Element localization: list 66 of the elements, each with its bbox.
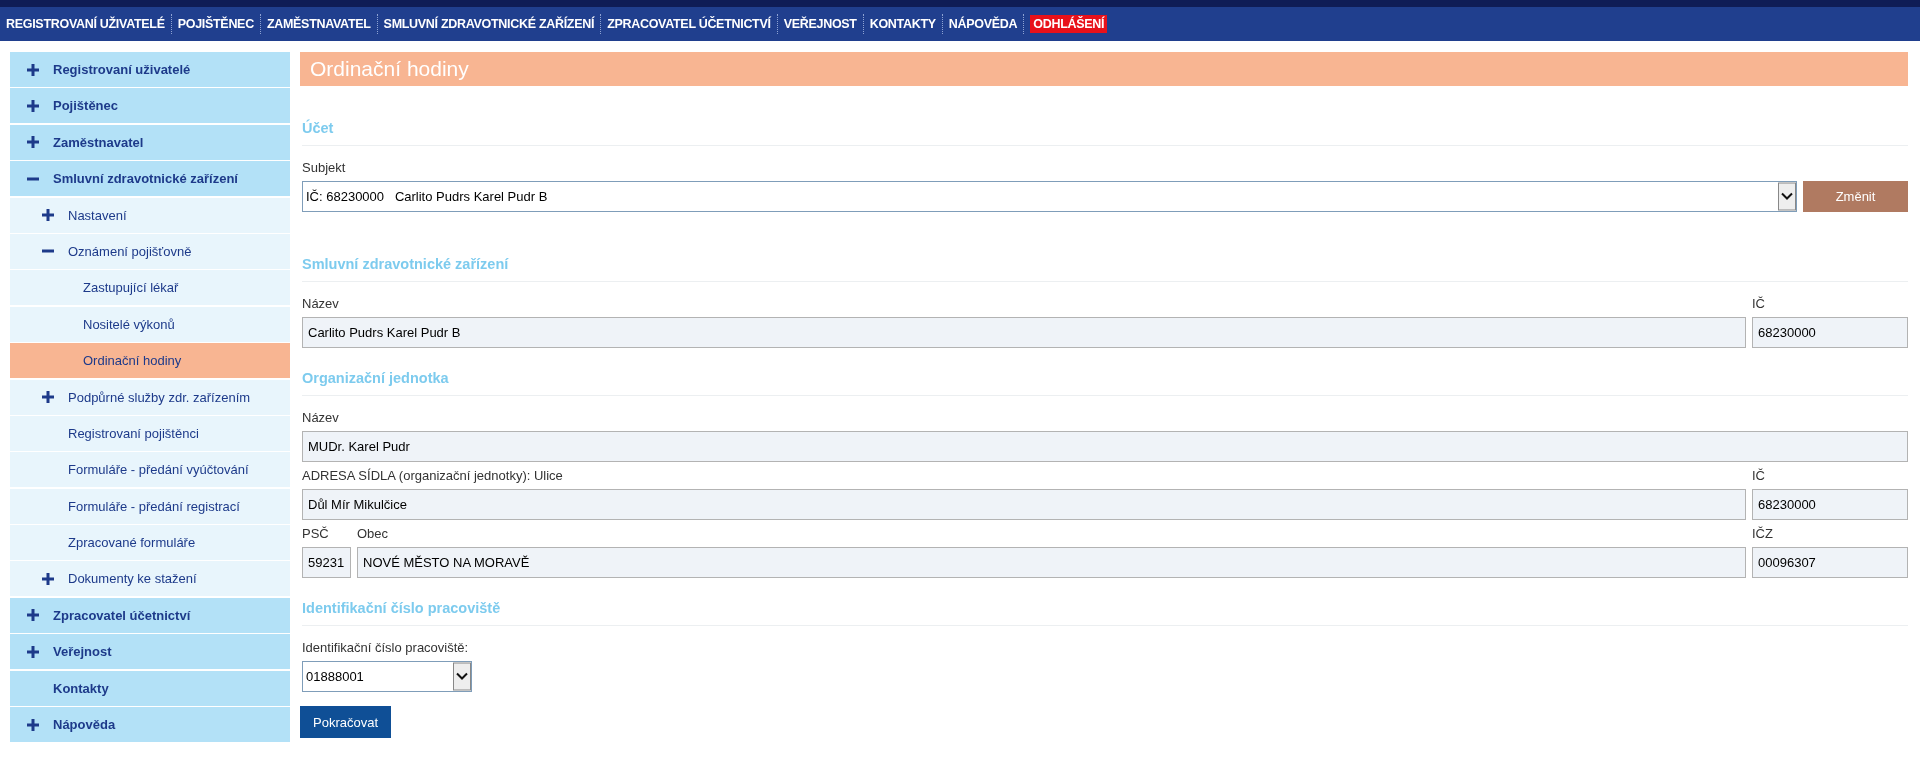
nav-link[interactable]: POJIŠTĚNEC (171, 17, 260, 31)
page-title: Ordinační hodiny (300, 52, 1908, 86)
continue-button[interactable]: Pokračovat (300, 706, 392, 738)
sidebar-item[interactable]: Kontakty (10, 670, 290, 706)
plus-icon (27, 63, 39, 76)
field-label: Subjekt (302, 160, 347, 177)
field-label: Název (302, 296, 340, 313)
sidebar-item[interactable]: Zaměstnavatel (10, 124, 290, 160)
nav-link[interactable]: VEŘEJNOST (777, 17, 863, 31)
sidebar-item[interactable]: Formuláře - předání registrací (10, 488, 290, 524)
field-label: Identifikační číslo pracoviště: (302, 640, 470, 657)
sidebar-item[interactable]: Nápověda (10, 707, 290, 743)
field-label: ADRESA SÍDLA (organizační jednotky): Ulice (302, 468, 564, 485)
section-heading: Organizační jednotka (302, 370, 1908, 396)
field-label: Obec (357, 526, 390, 543)
nav-link[interactable]: SMLUVNÍ ZDRAVOTNICKÉ ZAŘÍZENÍ (377, 17, 601, 31)
plus-icon (42, 209, 54, 222)
change-button[interactable]: Změnit (1803, 181, 1908, 212)
field-label: Název (302, 410, 340, 427)
select-field[interactable]: 01888001 (302, 661, 472, 692)
plus-icon (42, 572, 54, 585)
plus-icon (27, 609, 39, 622)
field-label: IČZ (1752, 526, 1774, 543)
nav-link[interactable]: ZPRACOVATEL ÚČETNICTVÍ (601, 17, 777, 31)
sidebar-item[interactable]: Podpůrné služby zdr. zařízením (10, 379, 290, 415)
plus-icon (42, 391, 54, 403)
section-heading: Účet (302, 120, 1908, 146)
sidebar-item[interactable]: Veřejnost (10, 634, 290, 670)
nav-link[interactable]: KONTAKTY (863, 17, 942, 31)
input-field[interactable]: 68230000 (1752, 489, 1908, 520)
sidebar-item[interactable]: Pojištěnec (10, 88, 290, 124)
plus-icon (27, 136, 39, 149)
sidebar-item[interactable]: Registrovaní pojištěnci (10, 415, 290, 451)
select-field[interactable]: IČ: 68230000 Carlito Pudrs Karel Pudr B (302, 181, 1797, 212)
input-field[interactable]: MUDr. Karel Pudr (302, 431, 1908, 462)
input-field[interactable]: Carlito Pudrs Karel Pudr B (302, 317, 1746, 348)
plus-icon (27, 718, 39, 731)
field-label: PSČ (302, 526, 330, 543)
field-label: IČ (1752, 468, 1766, 485)
input-field[interactable]: NOVÉ MĚSTO NA MORAVĚ (357, 547, 1746, 578)
sidebar-item[interactable]: Registrovaní uživatelé (10, 52, 290, 87)
caret-icon (453, 662, 471, 691)
caret-icon (1778, 182, 1796, 211)
sidebar-item[interactable]: Oznámení pojišťovně (10, 233, 290, 269)
input-field[interactable]: 00096307 (1752, 547, 1908, 578)
sidebar-item[interactable]: Zpracovatel účetnictví (10, 597, 290, 633)
input-field[interactable]: Důl Mír Mikulčice (302, 489, 1746, 520)
sidebar-item[interactable]: Nositelé výkonů (10, 306, 290, 342)
sidebar-item[interactable]: Ordinační hodiny (10, 343, 290, 379)
sidebar-item[interactable]: Dokumenty ke stažení (10, 561, 290, 597)
plus-icon (27, 645, 39, 658)
input-field[interactable]: 59231 (302, 547, 351, 578)
nav-link[interactable]: ZAMĚSTNAVATEL (260, 17, 377, 31)
logout-link[interactable]: ODHLÁŠENÍ (1030, 15, 1108, 33)
nav-link[interactable]: REGISTROVANÍ UŽIVATELÉ (6, 17, 171, 31)
sidebar-item[interactable]: Smluvní zdravotnické zařízení (10, 161, 290, 197)
sidebar-item[interactable]: Zastupující lékař (10, 270, 290, 306)
field-label: IČ (1752, 296, 1766, 313)
plus-icon (27, 99, 39, 112)
nav-link[interactable]: NÁPOVĚDA (942, 17, 1024, 31)
input-field[interactable]: 68230000 (1752, 317, 1908, 348)
sidebar-item[interactable]: Zpracované formuláře (10, 525, 290, 561)
sidebar-item[interactable]: Nastavení (10, 197, 290, 233)
section-heading: Identifikační číslo pracoviště (302, 600, 1908, 626)
section-heading: Smluvní zdravotnické zařízení (302, 256, 1908, 282)
sidebar-item[interactable]: Formuláře - předání vyúčtování (10, 452, 290, 488)
